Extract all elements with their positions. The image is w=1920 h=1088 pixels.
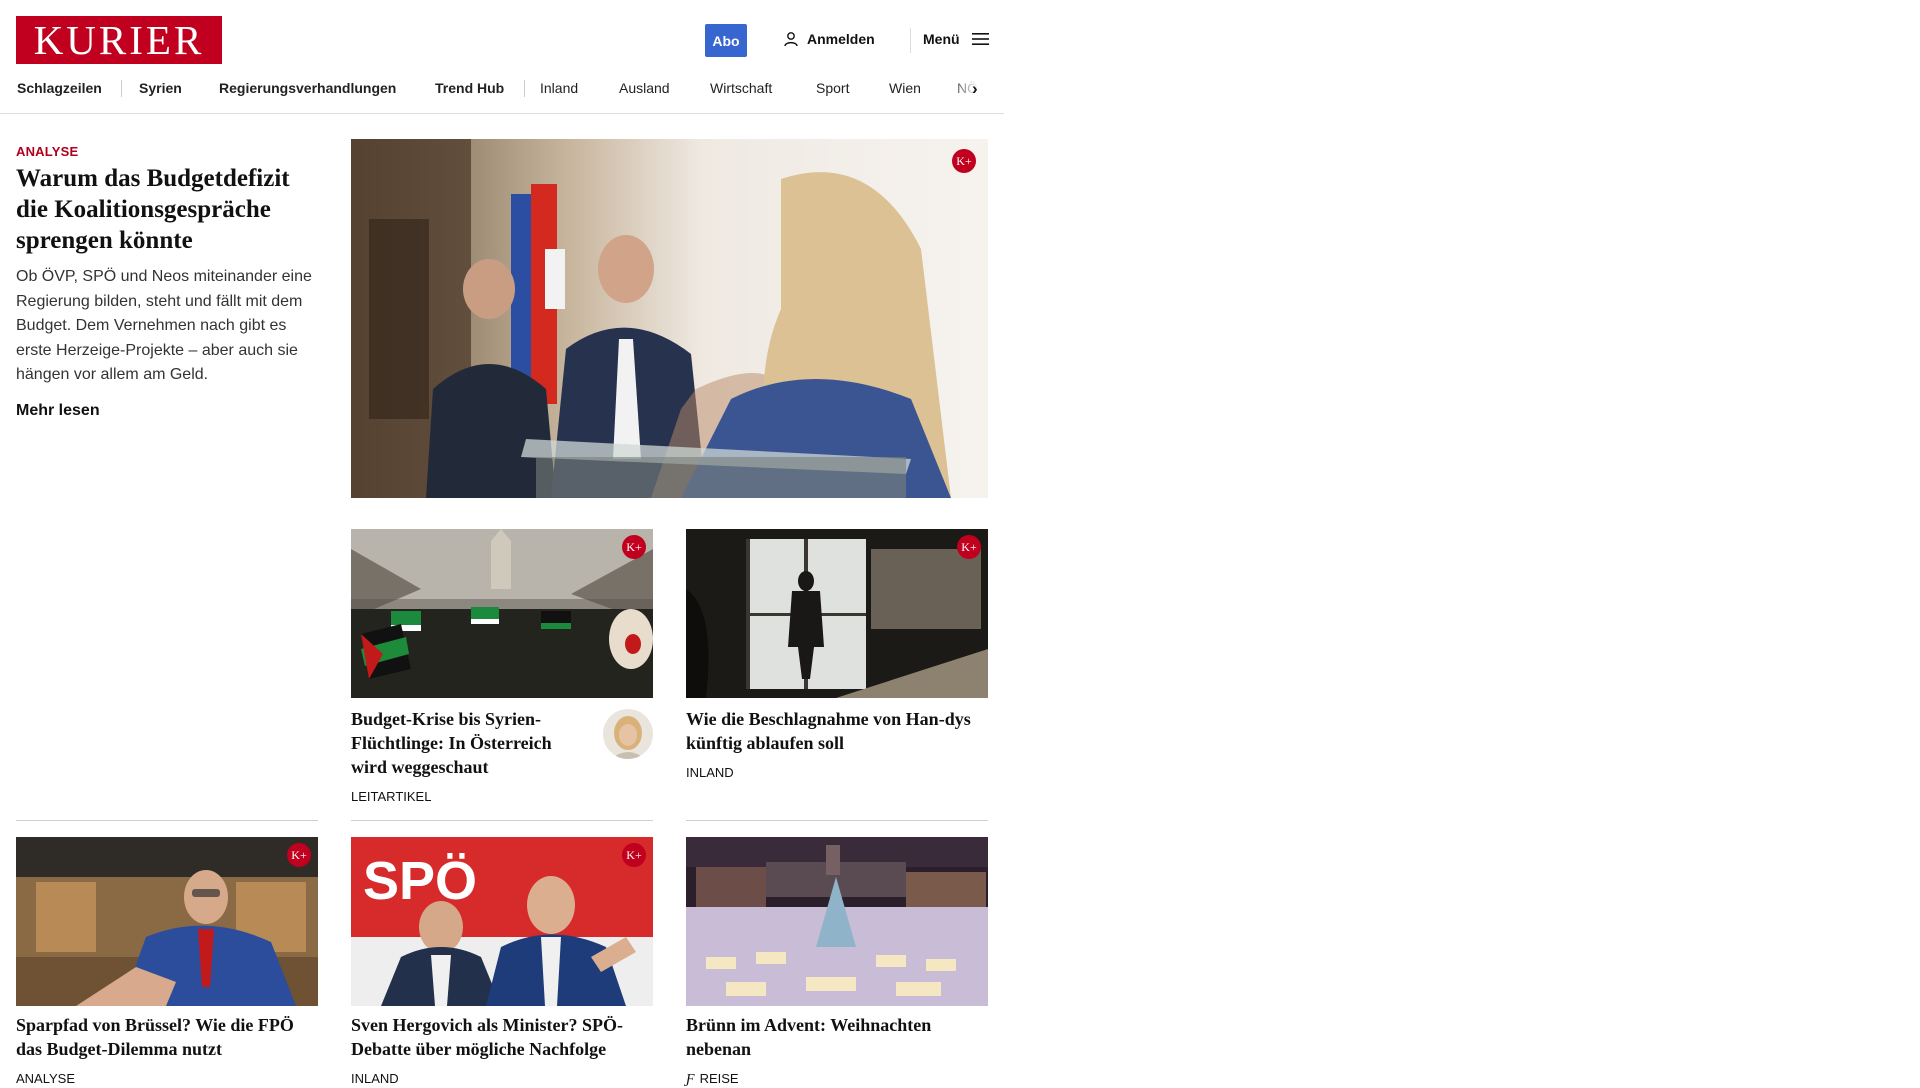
card-image-demo[interactable]: K+ <box>351 529 653 698</box>
lead-image[interactable]: K+ <box>351 139 988 498</box>
card-headline-handys[interactable]: Wie die Beschlagnahme von Han-dys künfti… <box>686 707 988 755</box>
card-category: LEITARTIKEL <box>351 789 432 804</box>
nav-divider-line <box>0 113 1004 114</box>
row-divider <box>686 820 988 821</box>
menu-label: Menü <box>923 31 960 47</box>
parliament-photo <box>16 837 318 1006</box>
chevron-right-icon[interactable]: › <box>972 79 978 99</box>
card-category: ANALYSE <box>16 1071 76 1086</box>
card-category: INLAND <box>686 765 734 780</box>
card-headline-fpoe[interactable]: Sparpfad von Brüssel? Wie die FPÖ das Bu… <box>16 1013 318 1061</box>
nav-item-syrien[interactable]: Syrien <box>139 80 182 96</box>
login-button[interactable]: Anmelden <box>783 31 875 47</box>
card-category-label: REISE <box>699 1071 739 1086</box>
kurier-plus-badge: K+ <box>622 535 646 559</box>
author-portrait <box>603 709 653 759</box>
card-image-fpoe[interactable]: K+ <box>16 837 318 1006</box>
nav-item-trend-hub[interactable]: Trend Hub <box>435 80 504 96</box>
lead-teaser: Ob ÖVP, SPÖ und Neos miteinander eine Re… <box>16 268 312 383</box>
nav-fade <box>950 78 990 102</box>
row-divider <box>351 820 653 821</box>
nav-item-regierungsverhandlungen[interactable]: Regierungsverhandlungen <box>219 80 396 96</box>
menu-button[interactable]: Menü <box>923 31 989 47</box>
card-image-bruenn[interactable] <box>686 837 988 1006</box>
login-label: Anmelden <box>807 31 875 47</box>
abo-button[interactable]: Abo <box>705 24 747 57</box>
nav-item-wien[interactable]: Wien <box>889 80 921 96</box>
user-icon <box>784 32 798 47</box>
card-image-spoe[interactable]: SPÖ K+ <box>351 837 653 1006</box>
svg-text:SPÖ: SPÖ <box>363 851 477 911</box>
kurier-logo[interactable]: KURIER <box>16 16 222 64</box>
nav-item-sport[interactable]: Sport <box>816 80 849 96</box>
christmas-market-photo <box>686 837 988 1006</box>
silhouette-window-photo <box>686 529 988 698</box>
nav-item-inland[interactable]: Inland <box>540 80 578 96</box>
section-nav: Schlagzeilen Syrien Regierungsverhandlun… <box>0 78 1004 113</box>
card-headline-spoe[interactable]: Sven Hergovich als Minister? SPÖ-Debatte… <box>351 1013 653 1061</box>
lead-headline[interactable]: Warum das Budgetdefizit die Koalitionsge… <box>16 163 321 256</box>
read-more-link[interactable]: Mehr lesen <box>16 402 100 420</box>
card-image-handys[interactable]: K+ <box>686 529 988 698</box>
kurier-plus-badge: K+ <box>622 843 646 867</box>
kurier-plus-badge: K+ <box>287 843 311 867</box>
press-conference-photo <box>351 139 988 498</box>
hamburger-icon <box>971 33 989 45</box>
header-divider <box>910 28 911 53</box>
kurier-plus-badge: K+ <box>957 535 981 559</box>
nav-item-ausland[interactable]: Ausland <box>619 80 670 96</box>
demonstration-photo <box>351 529 653 698</box>
spoe-politicians-photo: SPÖ <box>351 837 653 1006</box>
nav-item-schlagzeilen[interactable]: Schlagzeilen <box>17 80 102 96</box>
page: KURIER Abo Anmelden Menü Schlagzeilen Sy… <box>0 0 1010 1087</box>
lead-kicker: ANALYSE <box>16 144 79 159</box>
card-category: INLAND <box>351 1071 399 1086</box>
card-headline-bruenn[interactable]: Brünn im Advent: Weihnachten nebenan <box>686 1013 988 1061</box>
nav-divider <box>524 80 525 97</box>
kurier-plus-badge: K+ <box>952 149 976 173</box>
card-headline-leitartikel[interactable]: Budget-Krise bis Syrien-Flüchtlinge: In … <box>351 707 591 779</box>
nav-divider <box>121 80 122 97</box>
row-divider <box>16 820 318 821</box>
nav-item-wirtschaft[interactable]: Wirtschaft <box>710 80 772 96</box>
author-avatar[interactable] <box>603 709 653 759</box>
